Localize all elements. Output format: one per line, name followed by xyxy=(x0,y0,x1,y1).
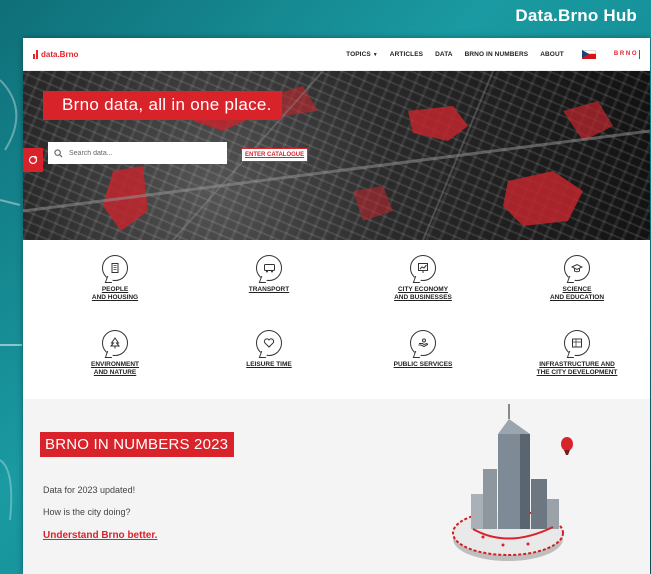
numbers-line-1: Data for 2023 updated! xyxy=(43,485,136,495)
hand-icon xyxy=(410,330,436,356)
site-logo[interactable]: data.Brno xyxy=(33,49,79,59)
topic-label: AND EDUCATION xyxy=(549,294,605,301)
nav-topics[interactable]: TOPICS ▼ xyxy=(346,51,378,58)
tree-icon xyxy=(102,330,128,356)
topic-label: PEOPLE xyxy=(101,286,129,293)
topic-infrastructure[interactable]: INFRASTRUCTURE AND THE CITY DEVELOPMENT xyxy=(522,330,632,377)
chart-board-icon xyxy=(410,255,436,281)
topic-environment-nature[interactable]: ENVIRONMENT AND NATURE xyxy=(60,330,170,377)
hero-tagline: Brno data, all in one place. xyxy=(43,91,282,120)
nav-about[interactable]: ABOUT xyxy=(540,51,564,58)
brno-logo-icon[interactable]: B R N O xyxy=(613,49,640,59)
numbers-line-2: How is the city doing? xyxy=(43,507,131,517)
bus-icon xyxy=(256,255,282,281)
topic-transport[interactable]: TRANSPORT xyxy=(214,255,324,294)
topic-public-services[interactable]: PUBLIC SERVICES xyxy=(368,330,478,369)
search-box[interactable] xyxy=(48,142,227,164)
hero-banner: Brno data, all in one place. ENTER CATAL… xyxy=(23,71,650,240)
topic-label: AND NATURE xyxy=(93,369,137,376)
understand-brno-link[interactable]: Understand Brno better. xyxy=(43,530,157,541)
topic-label: INFRASTRUCTURE AND xyxy=(539,361,615,368)
side-feedback-tab[interactable] xyxy=(23,148,43,172)
nav-articles[interactable]: ARTICLES xyxy=(390,51,423,58)
refresh-icon xyxy=(28,155,38,165)
topic-label: THE CITY DEVELOPMENT xyxy=(536,369,618,376)
building-icon xyxy=(102,255,128,281)
search-input[interactable] xyxy=(67,148,211,158)
czech-flag-icon[interactable] xyxy=(581,49,596,59)
topic-label: TRANSPORT xyxy=(248,286,290,293)
topic-people-housing[interactable]: PEOPLE AND HOUSING xyxy=(60,255,170,302)
topic-label: SCIENCE xyxy=(562,286,592,293)
topic-label: ENVIRONMENT xyxy=(90,361,140,368)
topic-label: AND HOUSING xyxy=(91,294,139,301)
topic-city-economy[interactable]: CITY ECONOMY AND BUSINESSES xyxy=(368,255,478,302)
nav-brno-in-numbers[interactable]: BRNO IN NUMBERS xyxy=(465,51,529,58)
graduation-cap-icon xyxy=(564,255,590,281)
topic-label: CITY ECONOMY xyxy=(397,286,449,293)
city-model-illustration xyxy=(452,404,573,561)
topic-label: LEISURE TIME xyxy=(246,361,292,368)
topic-science-education[interactable]: SCIENCE AND EDUCATION xyxy=(522,255,632,302)
nav-data[interactable]: DATA xyxy=(435,51,453,58)
logo-bars-icon xyxy=(33,49,38,59)
blueprint-icon xyxy=(564,330,590,356)
numbers-title: BRNO IN NUMBERS 2023 xyxy=(40,432,235,457)
enter-catalogue-button[interactable]: ENTER CATALOGUE xyxy=(241,148,309,162)
topic-label: AND BUSINESSES xyxy=(394,294,452,301)
search-icon xyxy=(54,148,63,158)
hub-title: Data.Brno Hub xyxy=(515,6,637,25)
website-screenshot: data.Brno TOPICS ▼ ARTICLES DATA BRNO IN… xyxy=(23,38,650,574)
topic-leisure-time[interactable]: LEISURE TIME xyxy=(214,330,324,369)
caret-down-icon: ▼ xyxy=(372,51,378,58)
top-navigation: data.Brno TOPICS ▼ ARTICLES DATA BRNO IN… xyxy=(23,38,650,71)
brno-in-numbers-section: BRNO IN NUMBERS 2023 Data for 2023 updat… xyxy=(23,399,650,574)
brno-badge-text: B R N O xyxy=(613,51,637,57)
heart-icon xyxy=(256,330,282,356)
logo-text: data.Brno xyxy=(41,49,79,59)
topic-label: PUBLIC SERVICES xyxy=(393,361,453,368)
topics-grid: PEOPLE AND HOUSING TRANSPORT CITY ECONOMY… xyxy=(23,240,650,400)
